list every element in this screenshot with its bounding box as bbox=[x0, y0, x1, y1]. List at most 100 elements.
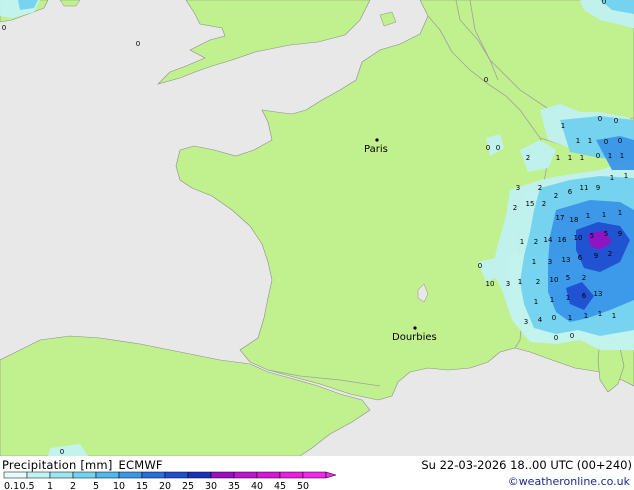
precip-value: 14 bbox=[544, 236, 553, 244]
precip-value: 2 bbox=[538, 184, 542, 192]
precip-value: 0 bbox=[2, 24, 6, 32]
scale-label: 20 bbox=[159, 481, 171, 490]
scale-swatch bbox=[141, 471, 166, 479]
precip-value: 1 bbox=[586, 212, 590, 220]
precip-value: 0 bbox=[496, 144, 500, 152]
precip-value: 6 bbox=[568, 188, 573, 196]
precip-value: 0 bbox=[136, 40, 140, 48]
precip-value: 0 bbox=[570, 332, 574, 340]
precip-value: 11 bbox=[580, 184, 589, 192]
precip-value: 1 bbox=[568, 314, 572, 322]
precip-value: 9 bbox=[618, 230, 622, 238]
precip-value: 6 bbox=[582, 292, 587, 300]
scale-label: 1 bbox=[47, 481, 53, 490]
precip-value: 2 bbox=[608, 250, 612, 258]
legend-footer: Precipitation [mm] ECMWF Su 22-03-2026 18… bbox=[0, 456, 634, 490]
scale-label: 0.1 bbox=[4, 481, 19, 490]
scale-swatch bbox=[72, 471, 97, 479]
scale-label: 2 bbox=[70, 481, 76, 490]
precip-value: 1 bbox=[610, 174, 614, 182]
precip-value: 1 bbox=[608, 152, 612, 160]
precip-value: 9 bbox=[594, 252, 598, 260]
scale-swatch bbox=[302, 471, 327, 479]
precip-value: 1 bbox=[618, 209, 622, 217]
precip-value: 3 bbox=[524, 318, 528, 326]
precip-value: 9 bbox=[596, 184, 600, 192]
precip-value: 18 bbox=[570, 216, 579, 224]
precip-value: 1 bbox=[556, 154, 560, 162]
city-marker bbox=[375, 138, 379, 142]
precip-value: 1 bbox=[602, 211, 606, 219]
legend-model: ECMWF bbox=[118, 458, 163, 472]
precip-value: 1 bbox=[576, 137, 580, 145]
scale-swatch bbox=[95, 471, 120, 479]
scale-label: 35 bbox=[228, 481, 240, 490]
precip-value: 17 bbox=[556, 214, 565, 222]
precip-value: 2 bbox=[554, 192, 558, 200]
precip-value: 2 bbox=[534, 238, 538, 246]
precip-value: 0 bbox=[486, 144, 490, 152]
legend-variable: Precipitation [mm] bbox=[2, 458, 113, 472]
precip-value: 0 bbox=[618, 137, 622, 145]
precip-value: 1 bbox=[561, 122, 565, 130]
credit-link[interactable]: ©weatheronline.co.uk bbox=[508, 475, 630, 488]
city-label-paris: Paris bbox=[364, 144, 388, 155]
precip-value: 1 bbox=[620, 152, 624, 160]
precip-value: 1 bbox=[568, 154, 572, 162]
scale-swatch bbox=[279, 471, 304, 479]
precip-value: 0 bbox=[602, 0, 606, 6]
precip-value: 0 bbox=[554, 334, 558, 342]
scale-swatch bbox=[49, 471, 74, 479]
scale-swatch bbox=[164, 471, 189, 479]
scale-label: 5 bbox=[93, 481, 99, 490]
scale-label: 0.5 bbox=[19, 481, 34, 490]
forecast-timestamp: Su 22-03-2026 18..00 UTC (00+240) bbox=[421, 458, 632, 472]
precip-value: 1 bbox=[520, 238, 524, 246]
city-label-dourbies: Dourbies bbox=[392, 332, 437, 343]
scale-swatch bbox=[26, 471, 51, 479]
precip-value: 1 bbox=[518, 278, 522, 286]
precip-value: 10 bbox=[550, 276, 559, 284]
precip-value: 2 bbox=[542, 200, 546, 208]
precip-value: 3 bbox=[506, 280, 510, 288]
precip-value: 0 bbox=[60, 448, 64, 456]
color-scale: 0.1 0.5 1 2 5 10 15 20 25 30 35 40 45 50 bbox=[3, 471, 337, 490]
scale-label: 50 bbox=[297, 481, 309, 490]
precip-value: 0 bbox=[596, 152, 600, 160]
precip-value: 1 bbox=[598, 310, 602, 318]
precip-value: 1 bbox=[534, 298, 538, 306]
scale-swatch bbox=[210, 471, 235, 479]
precip-value: 1 bbox=[612, 312, 616, 320]
precip-value: 2 bbox=[513, 204, 517, 212]
scale-swatch bbox=[187, 471, 212, 479]
precip-value: 3 bbox=[548, 258, 552, 266]
scale-swatch bbox=[256, 471, 281, 479]
city-marker bbox=[413, 326, 417, 330]
scale-label: 25 bbox=[182, 481, 194, 490]
precip-value: 2 bbox=[526, 154, 530, 162]
scale-label: 15 bbox=[136, 481, 148, 490]
precipitation-map[interactable]: 11 10 00 00 1 11 1 123 22 6 11 91 12 15 217 18 1 1 11 2 14 16… bbox=[0, 0, 634, 490]
precip-value: 1 bbox=[588, 137, 592, 145]
legend-title: Precipitation [mm] ECMWF bbox=[2, 458, 169, 472]
precip-value: 1 bbox=[566, 294, 570, 302]
precip-value: 3 bbox=[516, 184, 520, 192]
scale-label: 40 bbox=[251, 481, 263, 490]
scale-swatch bbox=[118, 471, 143, 479]
precip-value: 1 bbox=[624, 172, 628, 180]
precip-value: 5 bbox=[590, 232, 594, 240]
precip-value: 0 bbox=[552, 314, 556, 322]
precip-value: 1 bbox=[580, 154, 584, 162]
precip-value: 10 bbox=[574, 234, 583, 242]
precip-value: 0 bbox=[484, 76, 488, 84]
precip-value: 6 bbox=[578, 254, 583, 262]
scale-swatch bbox=[233, 471, 258, 479]
precip-value: 0 bbox=[604, 138, 608, 146]
precip-value: 0 bbox=[478, 262, 482, 270]
precip-value: 15 bbox=[526, 200, 535, 208]
scale-label: 10 bbox=[113, 481, 125, 490]
precip-value: 1 bbox=[550, 296, 554, 304]
precip-value: 1 bbox=[532, 258, 536, 266]
scale-arrow bbox=[325, 471, 337, 479]
precip-value: 0 bbox=[598, 115, 602, 123]
